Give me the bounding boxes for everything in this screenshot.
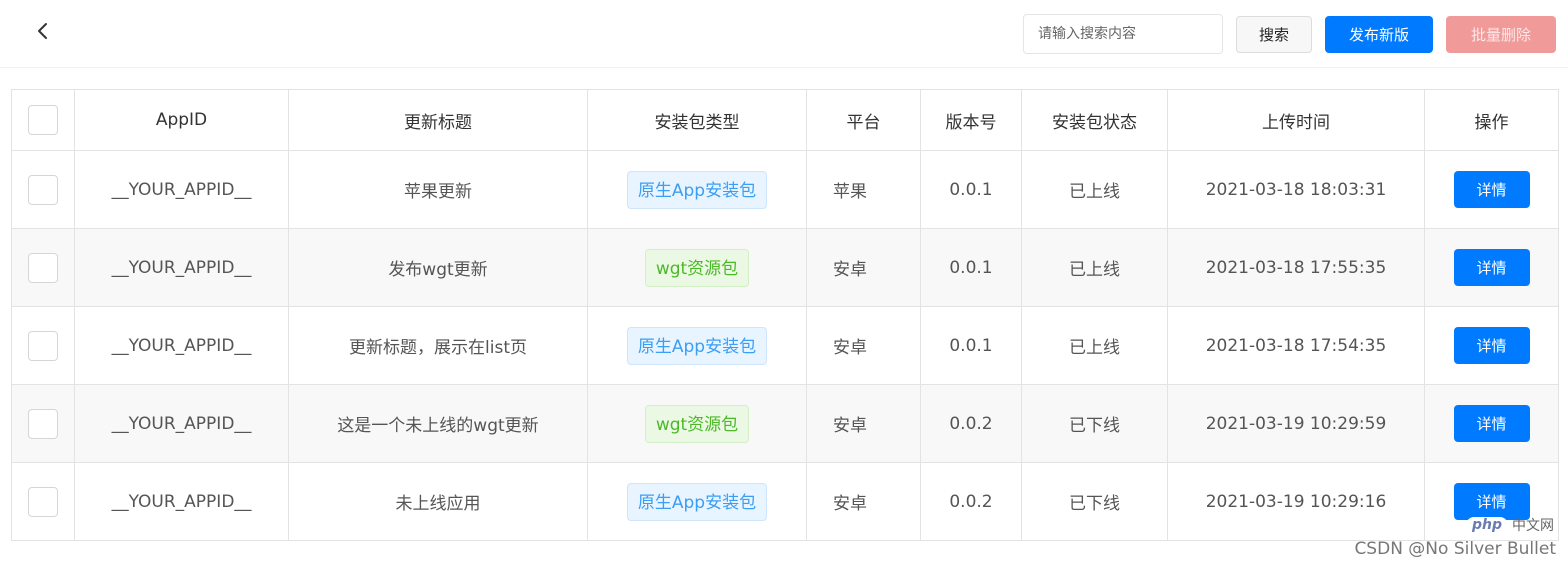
- search-button[interactable]: 搜索: [1236, 15, 1312, 53]
- row-select-cell: [11, 306, 75, 385]
- cell-appid: __YOUR_APPID__: [74, 228, 289, 307]
- row-checkbox[interactable]: [28, 408, 58, 439]
- cell-version: 0.0.1: [920, 306, 1022, 385]
- header-select-all: [11, 89, 75, 151]
- header-pkg-type: 安装包类型: [587, 89, 807, 151]
- cell-appid: __YOUR_APPID__: [74, 462, 289, 541]
- detail-button[interactable]: 详情: [1453, 171, 1530, 208]
- cell-platform: 安卓: [806, 306, 921, 385]
- cell-pkg-type: 原生App安装包: [587, 150, 807, 229]
- watermark-text: CSDN @No Silver Bullet: [1354, 539, 1556, 559]
- cell-title: 苹果更新: [288, 150, 588, 229]
- header-title: 更新标题: [288, 89, 588, 151]
- toolbar: 搜索 发布新版 批量删除: [1023, 14, 1556, 54]
- php-logo: php: [1465, 517, 1508, 533]
- cell-appid: __YOUR_APPID__: [74, 306, 289, 385]
- header-actions: 操作: [1424, 89, 1559, 151]
- header-appid: AppID: [74, 89, 289, 151]
- cell-upload-time: 2021-03-18 17:54:35: [1167, 306, 1425, 385]
- table-row: __YOUR_APPID__ 未上线应用 原生App安装包 安卓 0.0.2 已…: [11, 462, 1559, 541]
- cell-platform: 安卓: [806, 462, 921, 541]
- detail-button[interactable]: 详情: [1453, 405, 1530, 442]
- detail-button[interactable]: 详情: [1453, 327, 1530, 364]
- cell-title: 发布wgt更新: [288, 228, 588, 307]
- cell-pkg-type: 原生App安装包: [587, 306, 807, 385]
- cell-actions: 详情: [1424, 228, 1559, 307]
- back-button[interactable]: [28, 16, 58, 46]
- cell-actions: 详情: [1424, 384, 1559, 463]
- cell-upload-time: 2021-03-19 10:29:59: [1167, 384, 1425, 463]
- pkg-type-tag: 原生App安装包: [626, 326, 768, 365]
- cell-pkg-type: 原生App安装包: [587, 462, 807, 541]
- select-all-checkbox[interactable]: [28, 105, 58, 135]
- table-row: __YOUR_APPID__ 发布wgt更新 wgt资源包 安卓 0.0.1 已…: [11, 228, 1559, 307]
- cell-title: 更新标题，展示在list页: [288, 306, 588, 385]
- row-checkbox[interactable]: [28, 174, 58, 205]
- table-row: __YOUR_APPID__ 苹果更新 原生App安装包 苹果 0.0.1 已上…: [11, 150, 1559, 229]
- cell-title: 这是一个未上线的wgt更新: [288, 384, 588, 463]
- cell-status: 已下线: [1021, 384, 1168, 463]
- package-table-wrapper: AppID 更新标题 安装包类型 平台 版本号 安装包状态 上传时间 操作 __…: [11, 89, 1559, 541]
- cell-pkg-type: wgt资源包: [587, 228, 807, 307]
- table-row: __YOUR_APPID__ 更新标题，展示在list页 原生App安装包 安卓…: [11, 306, 1559, 385]
- csdn-watermark: CSDN @No Silver Bullet: [1354, 539, 1556, 559]
- cell-version: 0.0.1: [920, 150, 1022, 229]
- row-select-cell: [11, 384, 75, 463]
- cell-pkg-type: wgt资源包: [587, 384, 807, 463]
- cell-version: 0.0.2: [920, 384, 1022, 463]
- header-version: 版本号: [920, 89, 1022, 151]
- pkg-type-tag: wgt资源包: [644, 404, 750, 443]
- cell-appid: __YOUR_APPID__: [74, 384, 289, 463]
- header-status: 安装包状态: [1021, 89, 1168, 151]
- header-platform: 平台: [806, 89, 921, 151]
- row-select-cell: [11, 150, 75, 229]
- cell-actions: 详情: [1424, 150, 1559, 229]
- detail-button[interactable]: 详情: [1453, 249, 1530, 286]
- pkg-type-tag: 原生App安装包: [626, 170, 768, 209]
- search-input[interactable]: [1023, 14, 1223, 54]
- cell-status: 已上线: [1021, 150, 1168, 229]
- cell-status: 已上线: [1021, 228, 1168, 307]
- cell-title: 未上线应用: [288, 462, 588, 541]
- row-checkbox[interactable]: [28, 330, 58, 361]
- cell-appid: __YOUR_APPID__: [74, 150, 289, 229]
- publish-new-version-button[interactable]: 发布新版: [1325, 15, 1433, 53]
- row-checkbox[interactable]: [28, 486, 58, 517]
- cell-upload-time: 2021-03-18 17:55:35: [1167, 228, 1425, 307]
- package-table: AppID 更新标题 安装包类型 平台 版本号 安装包状态 上传时间 操作 __…: [11, 89, 1559, 541]
- top-bar: 搜索 发布新版 批量删除: [0, 0, 1568, 68]
- cell-upload-time: 2021-03-18 18:03:31: [1167, 150, 1425, 229]
- row-checkbox[interactable]: [28, 252, 58, 283]
- pkg-type-tag: 原生App安装包: [626, 482, 768, 521]
- cell-status: 已下线: [1021, 462, 1168, 541]
- cell-platform: 苹果: [806, 150, 921, 229]
- php-site-label: 中文网: [1512, 518, 1554, 534]
- cell-upload-time: 2021-03-19 10:29:16: [1167, 462, 1425, 541]
- cell-version: 0.0.1: [920, 228, 1022, 307]
- table-row: __YOUR_APPID__ 这是一个未上线的wgt更新 wgt资源包 安卓 0…: [11, 384, 1559, 463]
- pkg-type-tag: wgt资源包: [644, 248, 750, 287]
- row-select-cell: [11, 462, 75, 541]
- cell-version: 0.0.2: [920, 462, 1022, 541]
- cell-platform: 安卓: [806, 228, 921, 307]
- cell-platform: 安卓: [806, 384, 921, 463]
- row-select-cell: [11, 228, 75, 307]
- chevron-left-icon: [38, 23, 47, 39]
- cell-status: 已上线: [1021, 306, 1168, 385]
- table-header-row: AppID 更新标题 安装包类型 平台 版本号 安装包状态 上传时间 操作: [11, 89, 1559, 151]
- php-watermark: php 中文网: [1465, 515, 1554, 535]
- header-upload-time: 上传时间: [1167, 89, 1425, 151]
- cell-actions: 详情: [1424, 306, 1559, 385]
- batch-delete-button[interactable]: 批量删除: [1446, 15, 1556, 53]
